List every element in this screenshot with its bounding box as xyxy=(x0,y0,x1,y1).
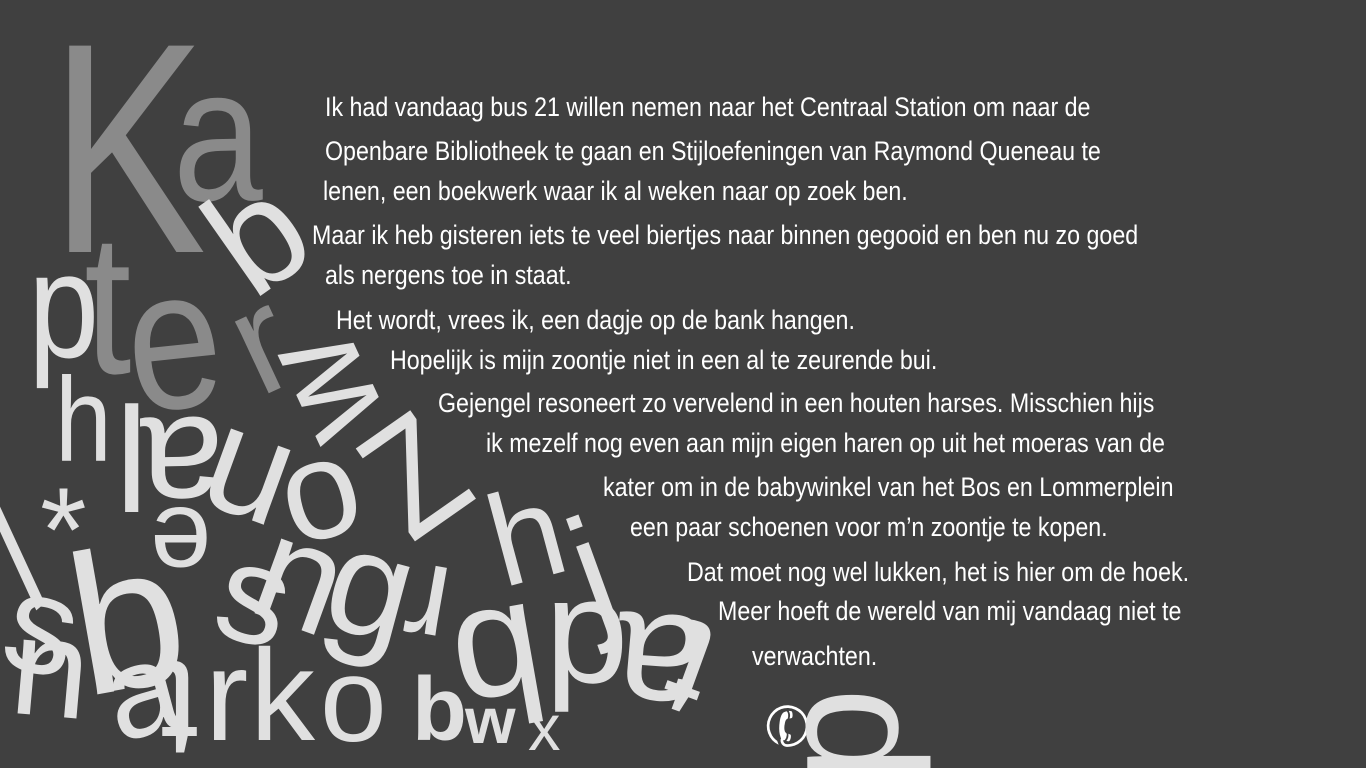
letter-u2: u xyxy=(3,608,95,768)
text-line-7: Hopelijk is mijn zoontje niet in een al … xyxy=(390,345,938,375)
artwork-canvas: K a b p t e r w h l a u o Z h j * / s b … xyxy=(0,0,1366,768)
letter-d-bottom: d xyxy=(770,687,961,768)
letter-o2: o xyxy=(320,633,387,767)
text-line-2: Openbare Bibliotheek te gaan en Stijloef… xyxy=(325,136,1101,166)
text-line-1: Ik had vandaag bus 21 willen nemen naar … xyxy=(325,92,1091,122)
text-line-8: Gejengel resoneert zo vervelend in een h… xyxy=(438,388,1155,418)
letter-e2: e xyxy=(150,484,212,607)
text-line-3: lenen, een boekwerk waar ik al weken naa… xyxy=(323,176,908,206)
text-line-4: Maar ik heb gisteren iets te veel biertj… xyxy=(312,220,1139,250)
letter-b3: b xyxy=(412,660,467,760)
text-line-13: Meer hoeft de wereld van mij vandaag nie… xyxy=(718,596,1182,626)
letter-h-left: h xyxy=(55,353,112,487)
text-line-9: ik mezelf nog even aan mijn eigen haren … xyxy=(486,428,1165,458)
letter-x: x xyxy=(528,691,561,764)
letter-w2: w xyxy=(465,684,516,757)
text-line-5: als nergens toe in staat. xyxy=(325,260,572,290)
letter-t3: t xyxy=(160,632,199,768)
text-line-14: verwachten. xyxy=(752,641,878,671)
text-line-10: kater om in de babywinkel van het Bos en… xyxy=(603,472,1174,502)
text-line-12: Dat moet nog wel lukken, het is hier om … xyxy=(687,557,1190,587)
text-line-11: een paar schoenen voor m’n zoontje te ko… xyxy=(630,512,1108,542)
letter-r3: r xyxy=(205,622,249,768)
letter-k2: k xyxy=(250,622,315,768)
text-line-6: Het wordt, vrees ik, een dagje op de ban… xyxy=(336,305,855,335)
